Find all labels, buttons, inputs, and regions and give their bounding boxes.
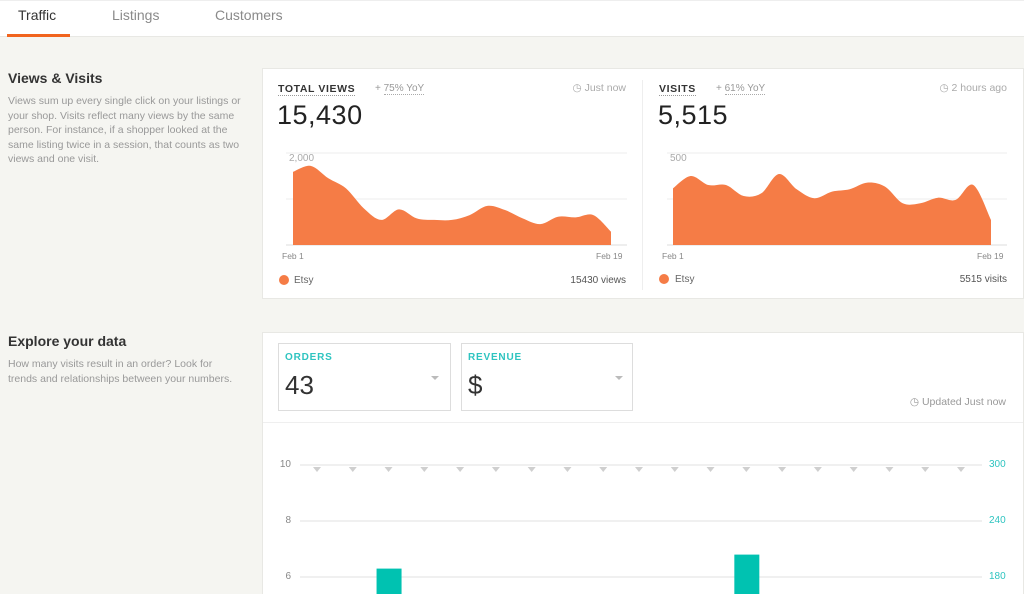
- date-marker-icon: [420, 467, 429, 472]
- date-marker-icon: [742, 467, 751, 472]
- orders-bar: [734, 554, 760, 594]
- orders-revenue-chart: [300, 464, 982, 594]
- date-marker-icon: [849, 467, 858, 472]
- date-marker-icon: [527, 467, 536, 472]
- orders-bar: [376, 568, 402, 594]
- date-marker-icon: [348, 467, 357, 472]
- date-marker-icon: [813, 467, 822, 472]
- date-marker-icon: [599, 467, 608, 472]
- date-marker-icon: [706, 467, 715, 472]
- date-marker-icon: [957, 467, 965, 472]
- date-marker-icon: [563, 467, 572, 472]
- date-marker-icon: [670, 467, 679, 472]
- date-marker-icon: [921, 467, 930, 472]
- date-marker-icon: [456, 467, 465, 472]
- date-marker-icon: [635, 467, 643, 472]
- date-marker-icon: [491, 467, 500, 472]
- date-marker-icon: [313, 467, 321, 472]
- date-marker-icon: [778, 467, 787, 472]
- date-marker-icon: [885, 467, 894, 472]
- date-marker-icon: [384, 467, 393, 472]
